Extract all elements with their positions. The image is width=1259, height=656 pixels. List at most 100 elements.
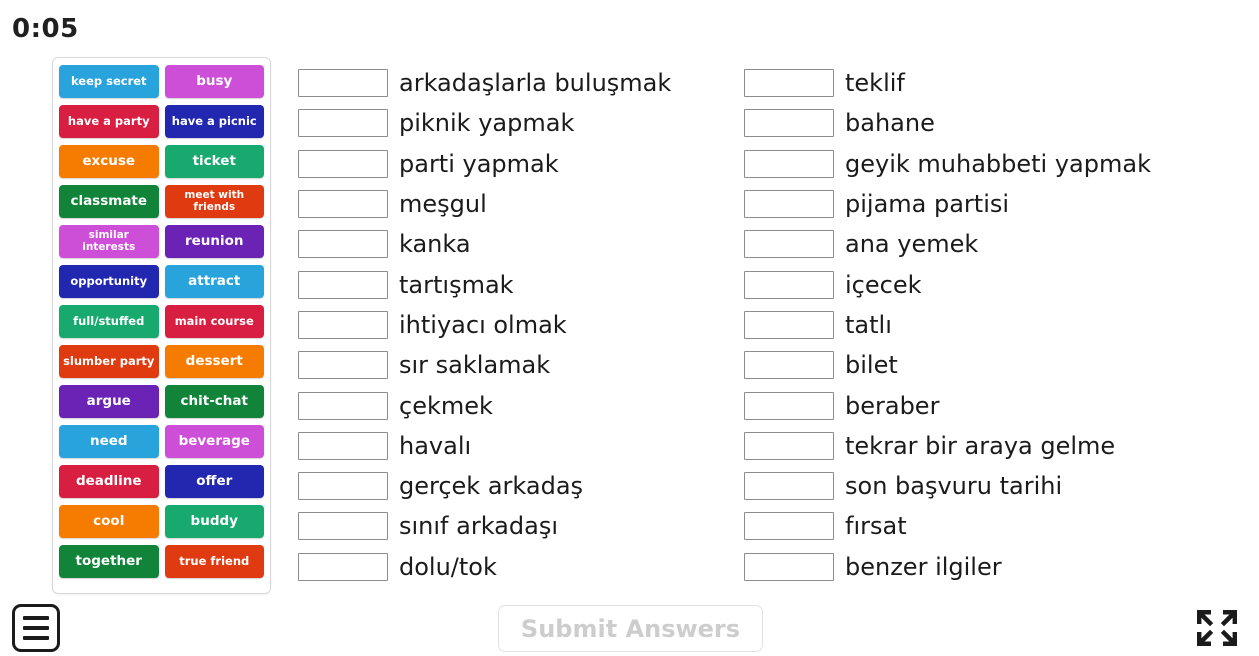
word-bank-tile[interactable]: excuse bbox=[59, 145, 159, 178]
answer-input[interactable] bbox=[744, 109, 834, 138]
answer-row: parti yapmak bbox=[298, 144, 738, 184]
answer-input[interactable] bbox=[744, 391, 834, 420]
answer-row: içecek bbox=[744, 264, 1244, 304]
answer-prompt-label: tatlı bbox=[845, 310, 892, 339]
answer-input[interactable] bbox=[744, 270, 834, 299]
word-bank-tile[interactable]: meet with friends bbox=[164, 185, 264, 218]
answer-input[interactable] bbox=[298, 391, 388, 420]
word-bank-tile[interactable]: similar interests bbox=[59, 225, 159, 258]
word-bank-tile[interactable]: together bbox=[59, 545, 159, 578]
answer-prompt-label: gerçek arkadaş bbox=[399, 472, 584, 501]
answer-prompt-label: kanka bbox=[399, 230, 471, 259]
word-bank-tile[interactable]: classmate bbox=[59, 185, 159, 218]
answer-input[interactable] bbox=[744, 69, 834, 98]
word-bank-tile[interactable]: keep secret bbox=[59, 65, 159, 98]
answer-input[interactable] bbox=[298, 552, 388, 581]
word-bank-tile[interactable]: opportunity bbox=[59, 265, 159, 298]
answer-prompt-label: teklif bbox=[845, 69, 905, 98]
word-bank-tile[interactable]: cool bbox=[59, 505, 159, 538]
word-bank-tile[interactable]: chit-chat bbox=[164, 385, 264, 418]
fullscreen-expand-icon bbox=[1197, 610, 1237, 646]
word-bank-tile[interactable]: busy bbox=[164, 65, 264, 98]
answer-row: ihtiyacı olmak bbox=[298, 305, 738, 345]
answer-input[interactable] bbox=[744, 351, 834, 380]
answer-row: tekrar bir araya gelme bbox=[744, 426, 1244, 466]
word-bank-tile[interactable]: buddy bbox=[164, 505, 264, 538]
answer-prompt-label: tekrar bir araya gelme bbox=[845, 431, 1116, 460]
answer-row: pijama partisi bbox=[744, 184, 1244, 224]
word-bank-tile[interactable]: attract bbox=[164, 265, 264, 298]
answer-row: meşgul bbox=[298, 184, 738, 224]
word-bank-tile[interactable]: need bbox=[59, 425, 159, 458]
answer-input[interactable] bbox=[298, 230, 388, 259]
answer-input[interactable] bbox=[744, 230, 834, 259]
answer-prompt-label: geyik muhabbeti yapmak bbox=[845, 149, 1151, 178]
fullscreen-expand-button[interactable] bbox=[1192, 604, 1242, 652]
answer-row: fırsat bbox=[744, 506, 1244, 546]
word-bank-tile[interactable]: reunion bbox=[164, 225, 264, 258]
answer-input[interactable] bbox=[744, 431, 834, 460]
answer-input[interactable] bbox=[744, 190, 834, 219]
answer-prompt-label: piknik yapmak bbox=[399, 109, 575, 138]
answer-prompt-label: çekmek bbox=[399, 391, 493, 420]
answer-column-right: teklif bahane geyik muhabbeti yapmak pijama… bbox=[744, 63, 1244, 587]
answer-prompt-label: beraber bbox=[845, 391, 940, 420]
answer-input[interactable] bbox=[298, 69, 388, 98]
word-bank-tile[interactable]: offer bbox=[164, 465, 264, 498]
answer-row: çekmek bbox=[298, 385, 738, 425]
word-bank-tile[interactable]: main course bbox=[164, 305, 264, 338]
answer-row: kanka bbox=[298, 224, 738, 264]
word-bank-tile[interactable]: argue bbox=[59, 385, 159, 418]
answer-prompt-label: bahane bbox=[845, 109, 935, 138]
answer-row: benzer ilgiler bbox=[744, 547, 1244, 587]
answer-row: sınıf arkadaşı bbox=[298, 506, 738, 546]
word-bank-panel: keep secret busy have a party have a picnic… bbox=[52, 57, 271, 594]
answer-input[interactable] bbox=[298, 431, 388, 460]
answer-prompt-label: parti yapmak bbox=[399, 149, 559, 178]
answer-prompt-label: sınıf arkadaşı bbox=[399, 512, 558, 541]
answer-input[interactable] bbox=[744, 512, 834, 541]
answer-input[interactable] bbox=[298, 149, 388, 178]
answer-input[interactable] bbox=[298, 472, 388, 501]
answer-prompt-label: son başvuru tarihi bbox=[845, 472, 1063, 501]
answer-row: sır saklamak bbox=[298, 345, 738, 385]
answer-prompt-label: pijama partisi bbox=[845, 190, 1010, 219]
answer-input[interactable] bbox=[298, 270, 388, 299]
hamburger-menu-icon-bar-1 bbox=[23, 616, 49, 620]
answer-prompt-label: bilet bbox=[845, 351, 898, 380]
answer-prompt-label: benzer ilgiler bbox=[845, 552, 1002, 581]
word-bank-tile[interactable]: ticket bbox=[164, 145, 264, 178]
answer-input[interactable] bbox=[744, 552, 834, 581]
answer-row: ana yemek bbox=[744, 224, 1244, 264]
word-bank-tile[interactable]: have a party bbox=[59, 105, 159, 138]
answer-input[interactable] bbox=[298, 310, 388, 339]
word-bank-tile[interactable]: slumber party bbox=[59, 345, 159, 378]
answer-prompt-label: sır saklamak bbox=[399, 351, 551, 380]
answer-prompt-label: meşgul bbox=[399, 190, 487, 219]
word-bank-tile[interactable]: deadline bbox=[59, 465, 159, 498]
answer-input[interactable] bbox=[298, 109, 388, 138]
answer-row: gerçek arkadaş bbox=[298, 466, 738, 506]
hamburger-menu-button[interactable] bbox=[12, 604, 60, 652]
answer-row: teklif bbox=[744, 63, 1244, 103]
answer-input[interactable] bbox=[744, 310, 834, 339]
submit-answers-button[interactable]: Submit Answers bbox=[498, 605, 763, 652]
answer-row: bahane bbox=[744, 103, 1244, 143]
answer-input[interactable] bbox=[744, 472, 834, 501]
word-bank-tile[interactable]: beverage bbox=[164, 425, 264, 458]
timer-display: 0:05 bbox=[12, 14, 79, 44]
answer-input[interactable] bbox=[298, 512, 388, 541]
word-bank-grid: keep secret busy have a party have a picnic… bbox=[59, 65, 264, 578]
answer-prompt-label: dolu/tok bbox=[399, 552, 497, 581]
word-bank-tile[interactable]: full/stuffed bbox=[59, 305, 159, 338]
answer-prompt-label: ihtiyacı olmak bbox=[399, 310, 567, 339]
answer-input[interactable] bbox=[298, 190, 388, 219]
answer-input[interactable] bbox=[298, 351, 388, 380]
answer-row: tatlı bbox=[744, 305, 1244, 345]
word-bank-tile[interactable]: dessert bbox=[164, 345, 264, 378]
answer-input[interactable] bbox=[744, 149, 834, 178]
answer-column-left: arkadaşlarla buluşmak piknik yapmak parti … bbox=[298, 63, 738, 587]
word-bank-tile[interactable]: have a picnic bbox=[164, 105, 264, 138]
answer-prompt-label: ana yemek bbox=[845, 230, 979, 259]
word-bank-tile[interactable]: true friend bbox=[164, 545, 264, 578]
